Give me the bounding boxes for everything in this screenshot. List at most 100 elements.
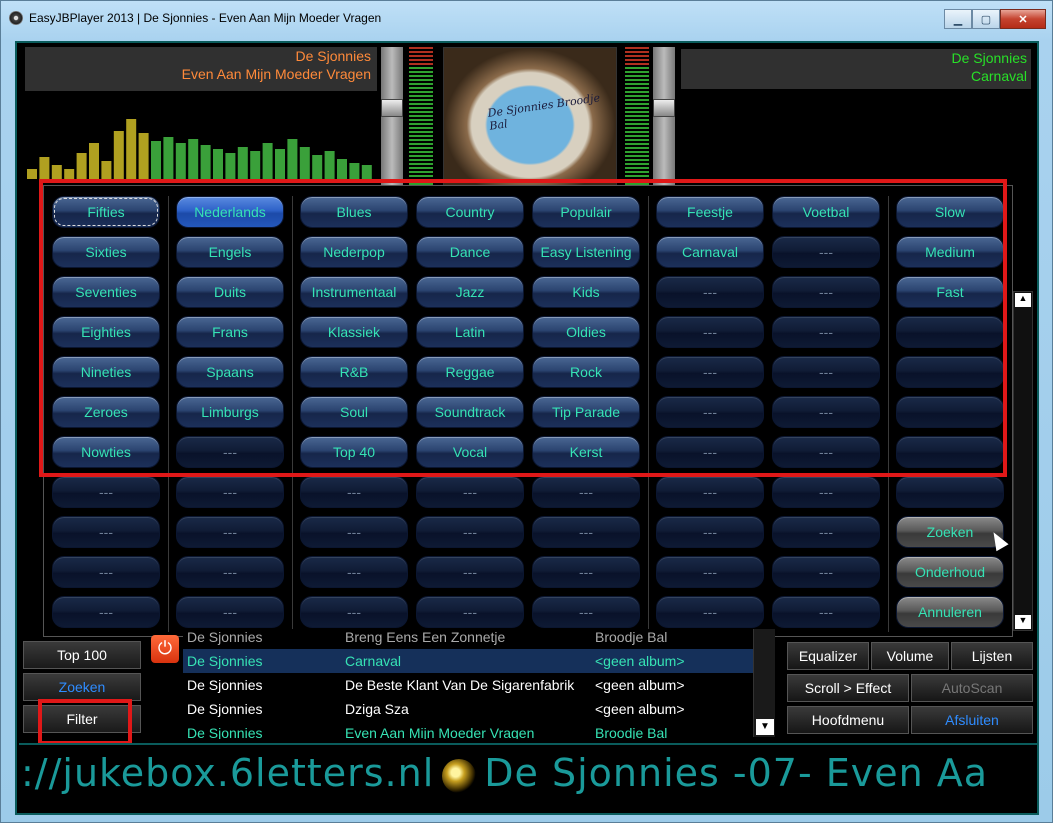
deck-a-artist: De Sjonnies: [295, 48, 372, 64]
genre-highlight-box: [39, 179, 1007, 477]
row-artist: De Sjonnies: [187, 653, 263, 669]
row-title: Even Aan Mijn Moeder Vragen: [345, 725, 535, 739]
genre-button[interactable]: ---: [656, 556, 764, 588]
playlist-row[interactable]: De Sjonnies De Beste Klant Van De Sigare…: [183, 673, 755, 697]
spectrum-bar: [225, 153, 236, 179]
spectrum-bar: [200, 145, 211, 179]
volume-button[interactable]: Volume: [871, 642, 949, 670]
genre-button[interactable]: ---: [416, 516, 524, 548]
playlist-scrollbar[interactable]: ▼: [753, 629, 775, 737]
row-title: Breng Eens Een Zonnetje: [345, 629, 506, 645]
genre-button[interactable]: ---: [176, 476, 284, 508]
row-title: De Beste Klant Van De Sigarenfabrik: [345, 677, 575, 693]
speaker-icon: [442, 758, 477, 793]
maintenance-button[interactable]: Onderhoud: [896, 556, 1004, 588]
genre-button[interactable]: ---: [52, 476, 160, 508]
spectrum-bar: [324, 151, 335, 179]
genre-button[interactable]: ---: [52, 596, 160, 628]
spectrum-bar: [299, 147, 310, 179]
autoscan-button[interactable]: AutoScan: [911, 674, 1033, 702]
row-album: Broodje Bal: [595, 629, 668, 645]
lists-button[interactable]: Lijsten: [951, 642, 1033, 670]
deck-b-volume-fader[interactable]: [653, 47, 675, 187]
spectrum-bar: [113, 131, 124, 179]
genre-button[interactable]: ---: [300, 516, 408, 548]
album-cover: De Sjonnies Broodje Bal: [443, 47, 617, 189]
deck-a-volume-fader[interactable]: [381, 47, 403, 187]
playlist: De Sjonnies Breng Eens Een Zonnetje Broo…: [183, 629, 755, 739]
row-album: <geen album>: [595, 701, 685, 717]
title-bar[interactable]: EasyJBPlayer 2013 | De Sjonnies - Even A…: [1, 1, 1053, 35]
genre-button[interactable]: ---: [532, 476, 640, 508]
ticker-track: De Sjonnies -07- Even Aa: [484, 751, 989, 795]
genre-button[interactable]: ---: [656, 516, 764, 548]
scroll-down-icon[interactable]: ▼: [756, 719, 774, 735]
spectrum-bar: [51, 165, 62, 179]
spectrum-bar: [138, 133, 149, 179]
genre-button[interactable]: ---: [416, 476, 524, 508]
maximize-button[interactable]: ▢: [972, 9, 1000, 29]
spectrum-bar: [287, 139, 298, 179]
spectrum-bar: [151, 141, 161, 179]
top100-button[interactable]: Top 100: [23, 641, 141, 669]
search-button[interactable]: Zoeken: [896, 516, 1004, 548]
genre-button[interactable]: ---: [532, 556, 640, 588]
deck-b-title: Carnaval: [970, 68, 1027, 84]
genre-button[interactable]: ---: [300, 596, 408, 628]
close-button[interactable]: ✕: [1000, 9, 1046, 29]
genre-button[interactable]: ---: [772, 476, 880, 508]
genre-button[interactable]: ---: [772, 556, 880, 588]
spectrum-bar: [361, 165, 372, 179]
scroll-down-icon[interactable]: ▼: [1015, 615, 1031, 629]
spectrum-bar: [76, 153, 87, 179]
window-title: EasyJBPlayer 2013 | De Sjonnies - Even A…: [29, 11, 382, 25]
row-artist: De Sjonnies: [187, 725, 263, 739]
playlist-row-selected[interactable]: De Sjonnies Carnaval <geen album>: [183, 649, 755, 673]
deck-b-vu-peak: [625, 47, 649, 67]
playlist-row[interactable]: De Sjonnies Breng Eens Een Zonnetje Broo…: [183, 629, 755, 649]
fader-knob[interactable]: [381, 99, 403, 117]
deck-a-vu-peak: [409, 47, 433, 67]
genre-button[interactable]: ---: [416, 596, 524, 628]
app-icon[interactable]: [9, 11, 23, 25]
spectrum-bar: [188, 139, 199, 179]
spectrum-analyzer: [27, 119, 372, 179]
spectrum-bar: [237, 147, 248, 179]
genre-button[interactable]: ---: [300, 556, 408, 588]
genre-button[interactable]: ---: [52, 556, 160, 588]
deck-a-title: Even Aan Mijn Moeder Vragen: [181, 66, 371, 82]
scroll-effect-button[interactable]: Scroll > Effect: [787, 674, 909, 702]
deck-a-info: De Sjonnies Even Aan Mijn Moeder Vragen: [25, 47, 377, 91]
spectrum-bar: [27, 169, 37, 179]
search-left-button[interactable]: Zoeken: [23, 673, 141, 701]
playlist-row[interactable]: De Sjonnies Even Aan Mijn Moeder Vragen …: [183, 721, 755, 739]
quit-button[interactable]: Afsluiten: [911, 706, 1033, 734]
genre-button[interactable]: ---: [176, 516, 284, 548]
fader-knob[interactable]: [653, 99, 675, 117]
cancel-button[interactable]: Annuleren: [896, 596, 1004, 628]
genre-button[interactable]: ---: [300, 476, 408, 508]
filter-highlight-box: [38, 699, 132, 745]
genre-button[interactable]: ---: [532, 596, 640, 628]
genre-button[interactable]: ---: [656, 596, 764, 628]
genre-button[interactable]: ---: [176, 556, 284, 588]
spectrum-bar: [337, 159, 347, 179]
spectrum-bar: [250, 151, 261, 179]
minimize-button[interactable]: ▁: [944, 9, 972, 29]
genre-button[interactable]: ---: [52, 516, 160, 548]
genre-button[interactable]: ---: [416, 556, 524, 588]
playlist-row[interactable]: De Sjonnies Dziga Sza <geen album>: [183, 697, 755, 721]
main-menu-button[interactable]: Hoofdmenu: [787, 706, 909, 734]
right-scrollbar[interactable]: ▲ ▼: [1013, 291, 1033, 631]
power-icon[interactable]: ⏻: [151, 635, 179, 663]
genre-button[interactable]: [896, 476, 1004, 508]
spectrum-bar: [175, 143, 186, 179]
scroll-up-icon[interactable]: ▲: [1015, 293, 1031, 307]
genre-button[interactable]: ---: [176, 596, 284, 628]
genre-button[interactable]: ---: [772, 596, 880, 628]
genre-button[interactable]: ---: [656, 476, 764, 508]
equalizer-button[interactable]: Equalizer: [787, 642, 869, 670]
genre-button[interactable]: ---: [772, 516, 880, 548]
spectrum-bar: [275, 149, 285, 179]
genre-button[interactable]: ---: [532, 516, 640, 548]
